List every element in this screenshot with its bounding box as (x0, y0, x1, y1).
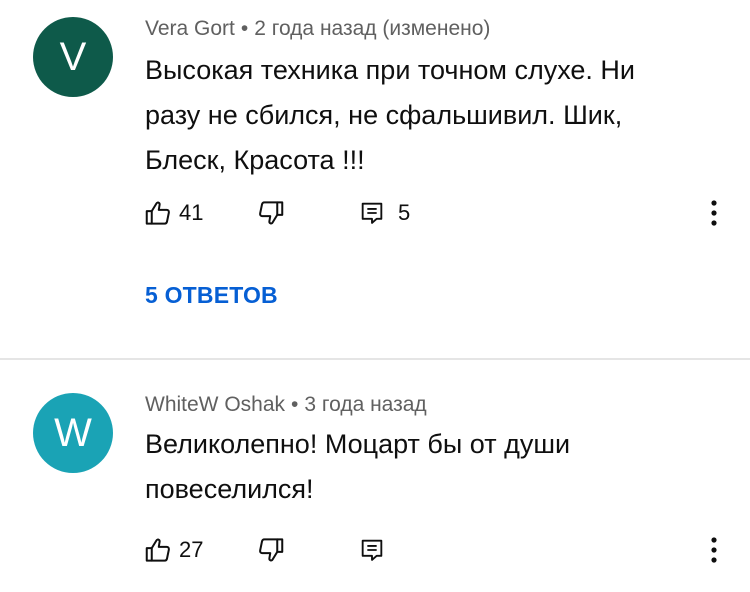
reply-button[interactable]: 5 (358, 193, 410, 233)
avatar[interactable]: W (33, 393, 113, 473)
comment-meta: WhiteW Oshak • 3 года назад (145, 393, 427, 417)
more-vert-icon (711, 537, 717, 563)
thumbs-up-icon (145, 201, 170, 225)
comment-item: V Vera Gort • 2 года назад (изменено) Высо… (0, 0, 750, 358)
thumbs-up-icon (145, 538, 170, 562)
comment-text: Великолепно! Моцарт бы от души повеселил… (145, 429, 571, 504)
thumbs-down-icon (259, 538, 284, 562)
reply-icon (361, 202, 383, 224)
comment-actions: 27 (0, 530, 750, 570)
like-count: 27 (179, 537, 204, 562)
dislike-button[interactable] (256, 193, 286, 233)
thumbs-down-icon (259, 201, 284, 225)
more-options-button[interactable] (702, 193, 726, 233)
comment-timestamp[interactable]: 3 года назад (304, 393, 426, 416)
meta-separator: • (291, 393, 299, 416)
reply-count: 5 (398, 200, 411, 225)
more-options-button[interactable] (702, 530, 726, 570)
comment-meta: Vera Gort • 2 года назад (изменено) (145, 17, 490, 41)
meta-separator: • (240, 17, 249, 40)
author-name[interactable]: WhiteW Oshak (145, 393, 285, 416)
dislike-button[interactable] (256, 530, 286, 570)
comments-list: V Vera Gort • 2 года назад (изменено) Высо… (0, 0, 750, 592)
like-button[interactable]: 27 (143, 530, 203, 570)
comment-item: W WhiteW Oshak • 3 года назад Великолепно!… (0, 360, 750, 592)
avatar[interactable]: V (33, 17, 113, 97)
comment-actions: 41 5 (0, 193, 750, 233)
like-count: 41 (179, 200, 204, 225)
comment-timestamp[interactable]: 2 года назад (изменено) (254, 17, 490, 40)
reply-icon (361, 539, 383, 561)
view-replies-link[interactable]: 5 ОТВЕТОВ (145, 282, 278, 309)
reply-button[interactable] (358, 530, 386, 570)
like-button[interactable]: 41 (143, 193, 203, 233)
more-vert-icon (711, 200, 717, 226)
comment-text: Высокая техника при точном слухе. Ни раз… (145, 55, 635, 175)
author-name[interactable]: Vera Gort (145, 17, 235, 40)
